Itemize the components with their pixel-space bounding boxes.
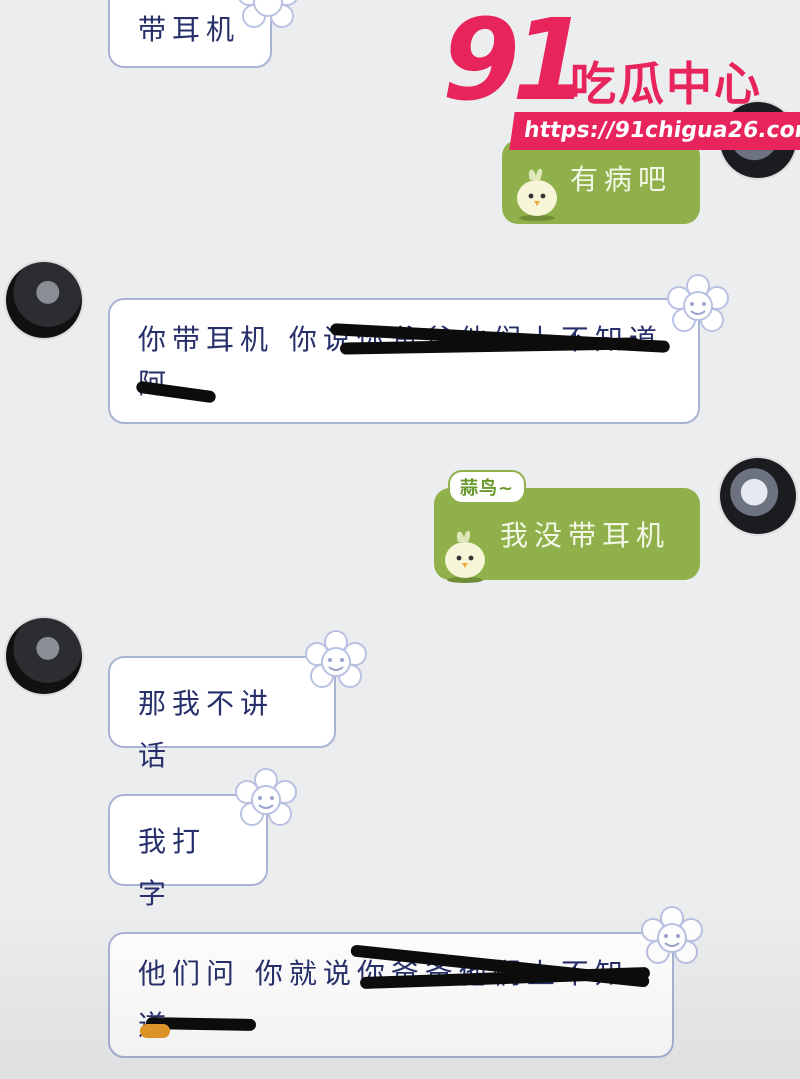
message-text: 我没带耳机 xyxy=(500,519,671,552)
message-text: 他们问 你就说你爸爸他们上不知道 xyxy=(138,957,623,1042)
message-bubble-incoming[interactable]: 你带耳机 你说你爸爸他们上不知道 阿 xyxy=(108,298,700,424)
watermark-number: 91 xyxy=(442,0,590,126)
chick-sticker-icon xyxy=(445,530,485,583)
contact-avatar[interactable] xyxy=(6,618,82,694)
sender-tag: 蒜鸟~ xyxy=(448,470,527,504)
chick-sticker-icon xyxy=(517,168,557,221)
smiling-flower-icon xyxy=(305,630,367,688)
smiling-flower-icon xyxy=(667,274,729,332)
smiling-flower-icon xyxy=(238,0,298,28)
contact-avatar[interactable] xyxy=(6,262,82,338)
message-text: 带耳机 xyxy=(138,13,241,46)
watermark-title: 吃瓜中心 xyxy=(570,57,762,111)
message-text: 那我不讲话 xyxy=(138,687,275,772)
message-bubble-incoming[interactable]: 那我不讲话 xyxy=(108,656,336,772)
my-avatar[interactable] xyxy=(720,458,796,534)
message-text: 有病吧 xyxy=(570,163,673,196)
chat-screen: 带耳机 有病吧 你带耳机 你说你爸爸他们上不知道 阿 我没带耳机 xyxy=(0,0,800,1079)
watermark-url: https://91chigua26.com xyxy=(509,112,800,150)
smiling-flower-icon xyxy=(235,768,297,826)
message-text-line2: 阿 xyxy=(138,366,670,402)
message-text: 我打字 xyxy=(138,825,207,910)
watermark-logo: 91 吃瓜中心 https://91chigua26.com xyxy=(442,0,800,158)
smiling-flower-icon xyxy=(641,906,703,964)
orange-mark xyxy=(140,1024,170,1038)
